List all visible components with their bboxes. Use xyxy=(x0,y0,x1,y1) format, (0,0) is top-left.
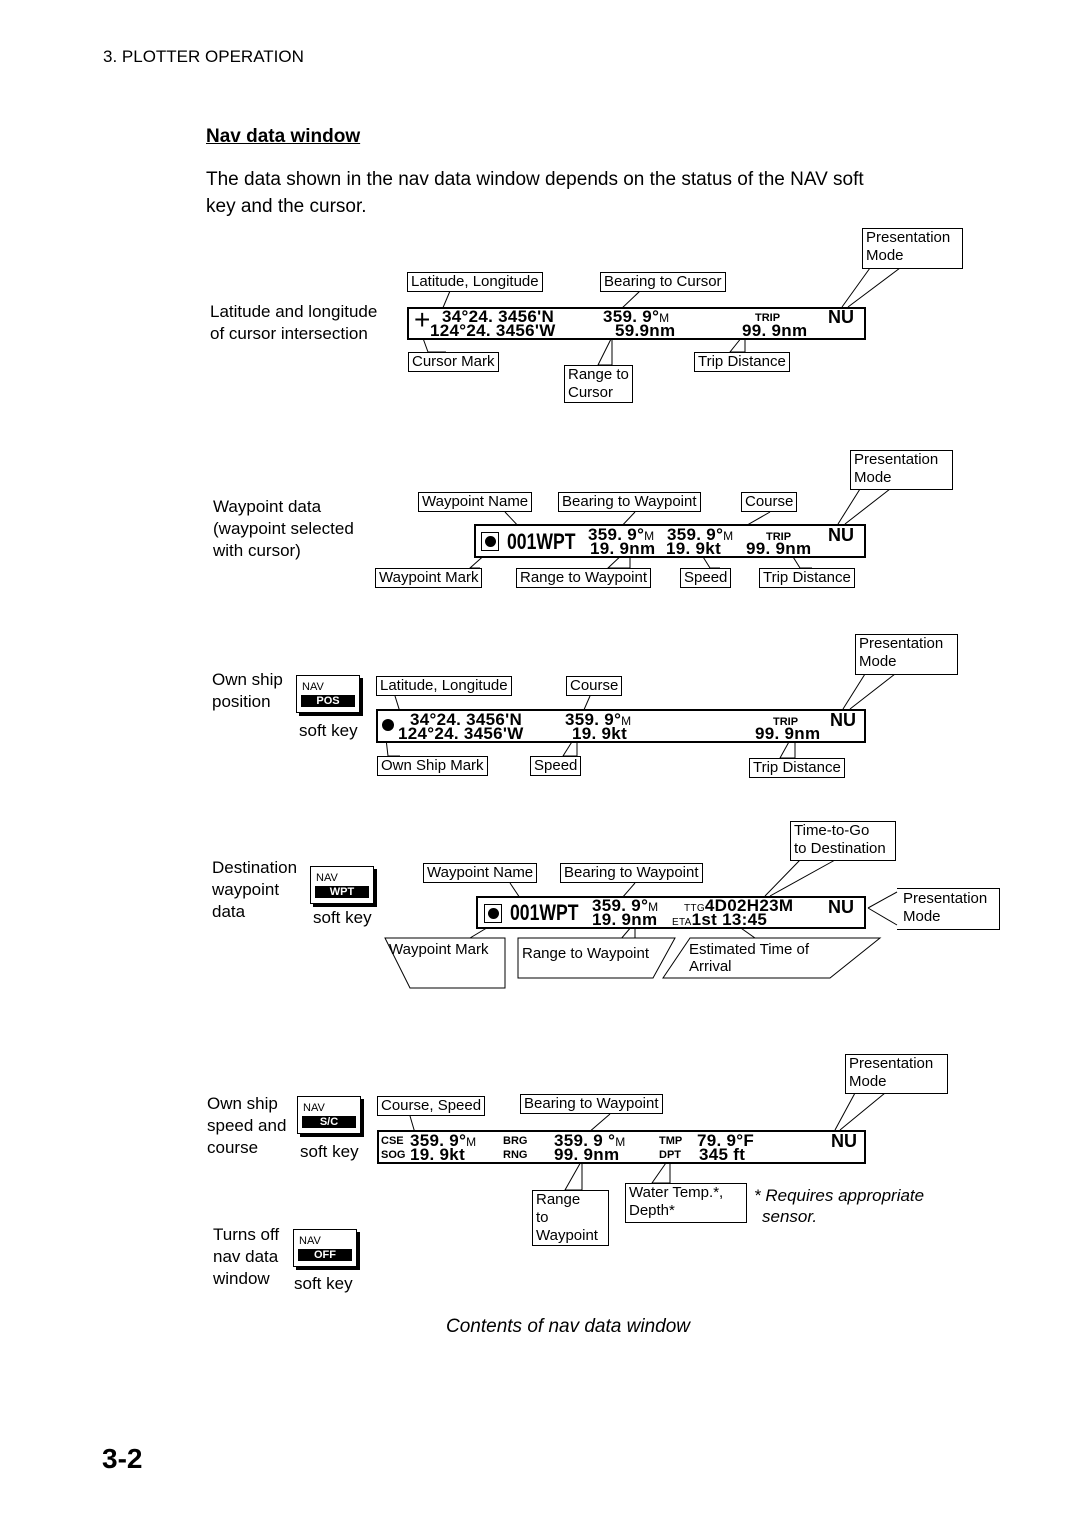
longitude: 124°24. 3456'W xyxy=(430,321,556,340)
nav-display-cursor: + 34°24. 3456'N 124°24. 3456'W 359. 9°M … xyxy=(407,304,866,340)
temp-depth-label: Water Temp.*, Depth* xyxy=(625,1183,747,1223)
mode: NU xyxy=(830,710,856,730)
eta: ETA1st 13:45 xyxy=(672,910,768,929)
mode: NU xyxy=(828,897,854,917)
waypoint-name: 001WPT xyxy=(507,529,576,554)
own-ship-desc: Own ship position xyxy=(212,670,283,711)
waypoint-desc: Waypoint data (waypoint selected with curs… xyxy=(213,497,354,560)
range-label: Range to Cursor xyxy=(564,365,633,403)
soft-key-caption: soft key xyxy=(294,1274,353,1293)
soft-key-caption: soft key xyxy=(313,908,372,927)
soft-key-caption: soft key xyxy=(300,1142,359,1161)
bearing-label: Bearing to Cursor xyxy=(600,272,726,292)
own-ship-mark-label: Own Ship Mark xyxy=(377,756,488,776)
sog-label: SOG xyxy=(381,1149,406,1161)
intro-line: The data shown in the nav data window de… xyxy=(206,169,864,190)
trip-distance: 99. 9nm xyxy=(742,321,808,340)
waypoint-mark-icon xyxy=(481,532,499,551)
trip-distance: 99. 9nm xyxy=(755,724,821,743)
ttg-label: Time-to-Go to Destination xyxy=(790,821,896,861)
range: 99. 9nm xyxy=(554,1145,620,1164)
brg-label: BRG xyxy=(503,1135,528,1147)
waypoint-name-label: Waypoint Name xyxy=(418,492,533,512)
destination-desc: Destination waypoint data xyxy=(212,858,298,921)
waypoint-name-label: Waypoint Name xyxy=(423,863,538,883)
cse-label: CSE xyxy=(381,1135,404,1147)
course-speed-label: Course, Speed xyxy=(377,1096,486,1116)
nav-pos-soft-key[interactable]: NAV POS xyxy=(296,675,360,713)
tmp-label: TMP xyxy=(659,1135,683,1147)
waypoint-name: 001WPT xyxy=(510,900,579,925)
speed-course-desc: Own ship speed and course xyxy=(207,1094,287,1157)
nav-wpt-soft-key[interactable]: NAV WPT xyxy=(310,866,374,904)
course-label: Course xyxy=(566,676,623,696)
range-label: Range to Waypoint xyxy=(532,1190,609,1246)
trip-label-box: Trip Distance xyxy=(694,352,790,372)
waypoint-mark-label: Waypoint Mark xyxy=(389,941,489,958)
bearing-label: Bearing to Waypoint xyxy=(558,492,701,512)
own-ship-mark-icon xyxy=(382,719,394,731)
heading: Nav data window xyxy=(206,126,361,147)
soft-key-caption: soft key xyxy=(299,721,358,740)
nav-sc-soft-key[interactable]: NAV S/C xyxy=(297,1096,361,1134)
trip-label-box: Trip Distance xyxy=(759,568,855,588)
trip-distance: 99. 9nm xyxy=(746,539,812,558)
dpt-label: DPT xyxy=(659,1149,681,1161)
mode: NU xyxy=(831,1131,857,1151)
trip-label-box: Trip Distance xyxy=(749,758,845,778)
page-number: 3-2 xyxy=(102,1443,143,1474)
presentation-mode-label: Presentation Mode xyxy=(897,888,1000,930)
range: 19. 9nm xyxy=(590,539,656,558)
depth: 345 ft xyxy=(699,1145,746,1164)
bearing-label: Bearing to Waypoint xyxy=(560,863,703,883)
intro-line: key and the cursor. xyxy=(206,196,367,217)
range: 19. 9nm xyxy=(592,910,658,929)
rng-label: RNG xyxy=(503,1149,528,1161)
off-desc: Turns off nav data window xyxy=(213,1225,280,1288)
bearing-label: Bearing to Waypoint xyxy=(520,1094,663,1114)
range: 59.9nm xyxy=(615,321,676,340)
sensor-footnote: * Requires appropriate sensor. xyxy=(754,1186,925,1226)
course-label: Course xyxy=(741,492,798,512)
presentation-mode-label: Presentation Mode xyxy=(855,634,958,675)
speed: 19. 9kt xyxy=(572,724,628,743)
speed-label: Speed xyxy=(680,568,732,588)
nav-display-destination: 001WPT 359. 9°M 19. 9nm TTG4D02H23M ETA1… xyxy=(476,896,866,929)
section-header: 3. PLOTTER OPERATION xyxy=(103,47,304,66)
presentation-mode-label: Presentation Mode xyxy=(845,1054,948,1094)
latlon-label: Latitude, Longitude xyxy=(376,676,512,696)
longitude: 124°24. 3456'W xyxy=(398,724,524,743)
eta-label: Estimated Time of Arrival xyxy=(689,941,810,975)
range-label: Range to Waypoint xyxy=(522,945,650,962)
speed: 19. 9kt xyxy=(410,1145,466,1164)
presentation-mode-label: Presentation Mode xyxy=(850,450,953,490)
mode: NU xyxy=(828,307,854,327)
nav-display-speed-course: CSE 359. 9°M SOG 19. 9kt BRG RNG 359. 9 … xyxy=(377,1130,866,1164)
speed-label: Speed xyxy=(530,756,582,776)
cursor-mark-label: Cursor Mark xyxy=(408,352,499,372)
latlon-label: Latitude, Longitude xyxy=(407,272,543,292)
speed: 19. 9kt xyxy=(666,539,722,558)
mode: NU xyxy=(828,525,854,545)
cursor-mark-icon: + xyxy=(414,304,431,335)
nav-display-waypoint: 001WPT 359. 9°M 19. 9nm 359. 9°M 19. 9kt… xyxy=(474,524,866,558)
waypoint-mark-label: Waypoint Mark xyxy=(375,568,483,588)
nav-display-own-ship: 34°24. 3456'N 124°24. 3456'W 359. 9°M 19… xyxy=(376,709,866,743)
range-label: Range to Waypoint xyxy=(516,568,652,588)
intro-text: The data shown in the nav data window de… xyxy=(206,166,864,220)
presentation-mode-label: Presentation Mode xyxy=(862,228,963,269)
waypoint-mark-icon xyxy=(484,904,502,923)
nav-off-soft-key[interactable]: NAV OFF xyxy=(293,1229,357,1267)
cursor-desc: Latitude and longitude of cursor intersec… xyxy=(210,302,378,343)
figure-caption: Contents of nav data window xyxy=(446,1316,690,1337)
